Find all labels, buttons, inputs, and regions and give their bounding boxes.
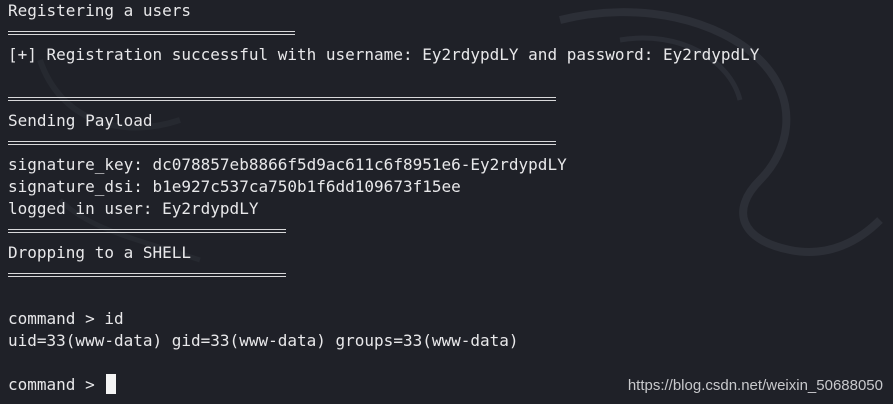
id-output-line: uid=33(www-data) gid=33(www-data) groups… bbox=[8, 331, 519, 350]
blog-url-watermark: https://blog.csdn.net/weixin_50688050 bbox=[627, 377, 883, 394]
command-id-line: command > id bbox=[8, 309, 124, 328]
divider bbox=[8, 22, 888, 44]
text-cursor[interactable] bbox=[106, 374, 117, 394]
signature-key-line: signature_key: dc078857eb8866f5d9ac611c6… bbox=[8, 155, 567, 174]
command-prompt: command > bbox=[8, 375, 105, 394]
divider bbox=[8, 264, 888, 286]
heading-shell: Dropping to a SHELL bbox=[8, 243, 192, 262]
terminal-window[interactable]: Registering a users [+] Registration suc… bbox=[0, 0, 893, 404]
logged-in-user-line: logged in user: Ey2rdypdLY bbox=[8, 199, 259, 218]
terminal-output: Registering a users [+] Registration suc… bbox=[8, 0, 888, 396]
divider bbox=[8, 88, 888, 110]
registration-result: [+] Registration successful with usernam… bbox=[8, 45, 760, 64]
divider bbox=[8, 132, 888, 154]
signature-dsi-line: signature_dsi: b1e927c537ca750b1f6dd1096… bbox=[8, 177, 461, 196]
heading-register: Registering a users bbox=[8, 1, 192, 20]
heading-payload: Sending Payload bbox=[8, 111, 153, 130]
divider bbox=[8, 220, 888, 242]
